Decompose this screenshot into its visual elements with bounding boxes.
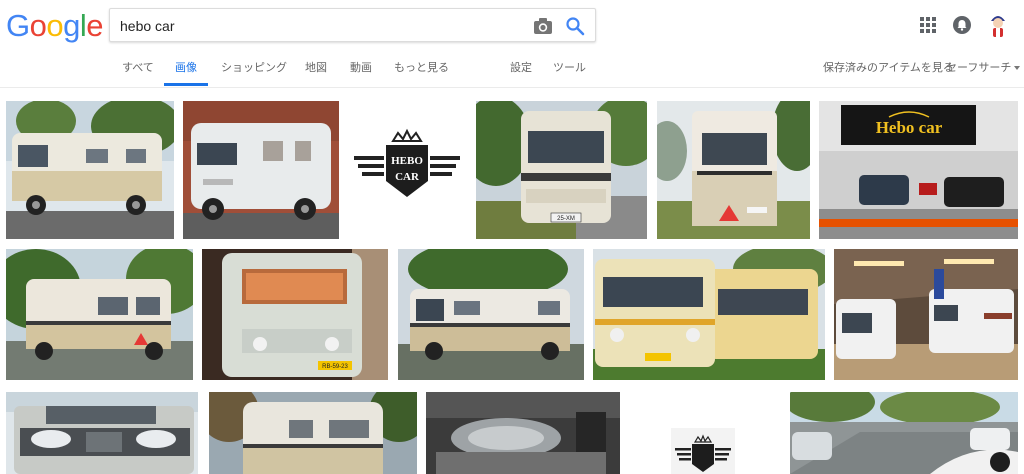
saved-items-link[interactable]: 保存済みのアイテムを見る xyxy=(823,61,954,75)
logo-letter: o xyxy=(46,8,64,43)
logo-tile-line1: HEBO xyxy=(391,155,423,167)
google-logo[interactable]: Google xyxy=(6,8,104,44)
nav-images[interactable]: 画像 xyxy=(175,61,197,75)
logo-tile-line2: CAR xyxy=(395,171,420,183)
showroom-photo: Hebo car xyxy=(819,101,1018,239)
nav-more[interactable]: もっと見る xyxy=(394,61,449,75)
search-box[interactable] xyxy=(109,8,596,42)
active-tab-indicator xyxy=(164,83,208,86)
logo-letter: o xyxy=(29,8,47,43)
image-result[interactable] xyxy=(593,249,825,380)
plate-text: 25-XM xyxy=(557,216,575,222)
nav-all[interactable]: すべて xyxy=(122,61,154,75)
showroom-photo xyxy=(834,249,1018,380)
camper-photo xyxy=(6,101,174,239)
image-result[interactable] xyxy=(426,392,620,474)
hebo-car-logo: HEBO CAR xyxy=(348,101,466,239)
parking-photo xyxy=(790,392,1018,474)
nav-videos[interactable]: 動画 xyxy=(350,61,372,75)
camera-icon[interactable] xyxy=(533,17,553,35)
magnifier-icon[interactable] xyxy=(565,16,585,36)
truck-photo xyxy=(6,392,198,474)
image-result[interactable]: 25-XM xyxy=(476,101,647,239)
apps-grid-icon[interactable] xyxy=(920,17,936,33)
camper-photo xyxy=(209,392,417,474)
image-result[interactable] xyxy=(671,428,735,474)
plate-text: RB-59-23 xyxy=(322,364,348,370)
camper-photo xyxy=(398,249,584,380)
camper-photo: RB-59-23 xyxy=(202,249,388,380)
image-result[interactable] xyxy=(183,101,339,239)
image-result[interactable]: Hebo car xyxy=(819,101,1018,239)
safesearch-menu[interactable]: セーフサーチ xyxy=(946,61,1021,75)
logo-letter: g xyxy=(63,8,80,43)
camper-photo xyxy=(593,249,825,380)
nav-maps[interactable]: 地図 xyxy=(305,61,327,75)
camper-photo xyxy=(6,249,193,380)
header: Google すべて 画像 ショッピング 地図 xyxy=(0,0,1024,88)
avatar[interactable] xyxy=(985,11,1011,39)
image-result[interactable] xyxy=(398,249,584,380)
image-result[interactable] xyxy=(790,392,1018,474)
logo-letter: e xyxy=(86,8,104,43)
image-result[interactable] xyxy=(834,249,1018,380)
image-result[interactable] xyxy=(6,101,174,239)
showroom-sign-text: Hebo car xyxy=(876,118,943,137)
nav-shopping[interactable]: ショッピング xyxy=(221,61,287,75)
nav-settings[interactable]: 設定 xyxy=(510,61,532,75)
logo-letter: G xyxy=(6,8,30,43)
camper-photo: 25-XM xyxy=(476,101,647,239)
hebo-car-logo xyxy=(671,428,735,474)
bell-icon[interactable] xyxy=(952,15,972,35)
search-input[interactable] xyxy=(120,15,520,37)
camper-photo xyxy=(183,101,339,239)
image-result[interactable] xyxy=(6,392,198,474)
nav-tools[interactable]: ツール xyxy=(553,61,586,75)
chevron-down-icon xyxy=(1014,66,1021,71)
engine-photo xyxy=(426,392,620,474)
camper-photo xyxy=(657,101,810,239)
image-result[interactable] xyxy=(657,101,810,239)
image-result[interactable]: RB-59-23 xyxy=(202,249,388,380)
safesearch-label: セーフサーチ xyxy=(946,62,1012,74)
image-result[interactable] xyxy=(209,392,417,474)
image-result[interactable]: HEBO CAR xyxy=(348,101,466,239)
image-result[interactable] xyxy=(6,249,193,380)
